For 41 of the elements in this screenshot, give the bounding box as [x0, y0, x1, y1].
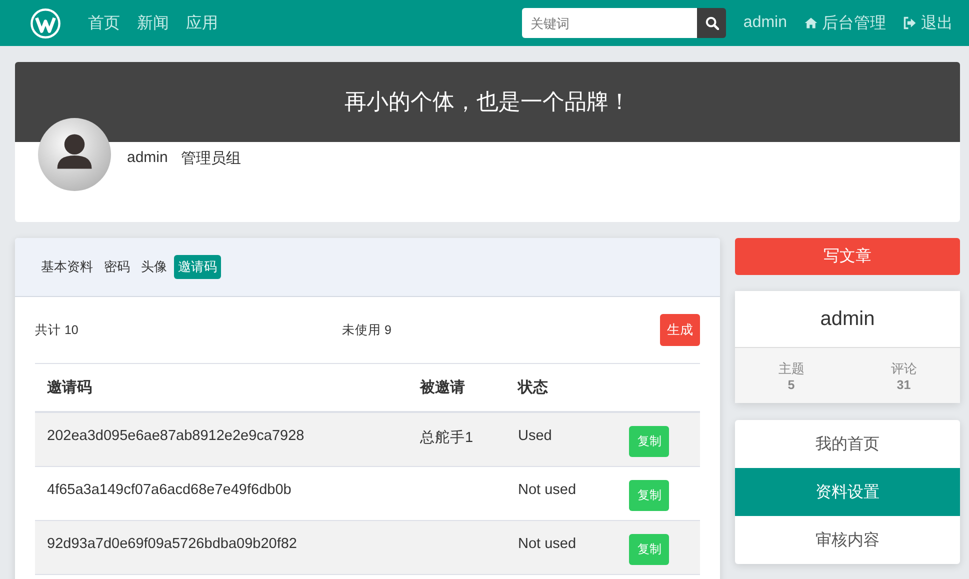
copy-button[interactable]: 复制 [629, 426, 670, 457]
stat-value: 31 [896, 378, 911, 392]
table-cell: 4f65a3a149cf07a6acd68e7e49f6db0b [35, 466, 408, 520]
table-cell: Used [506, 412, 610, 466]
tab[interactable]: 基本资料 [37, 255, 97, 279]
unused-count: 未使用 9 [342, 322, 392, 338]
logo-icon [30, 8, 61, 38]
tab[interactable]: 头像 [137, 255, 171, 279]
tab[interactable]: 密码 [100, 255, 134, 279]
stat-value: 5 [788, 378, 795, 392]
admin-link[interactable]: 后台管理 [804, 12, 886, 34]
username: admin [127, 149, 168, 166]
total-count: 共计 10 [35, 322, 80, 338]
profile-name: admin [820, 308, 875, 330]
user-link[interactable]: admin [743, 14, 787, 32]
copy-button[interactable]: 复制 [629, 534, 670, 564]
table-cell: 92d93a7d0e69f09a5726bdba09b20f82 [35, 520, 408, 574]
copy-button[interactable]: 复制 [629, 480, 670, 510]
home-icon [804, 16, 818, 30]
stat-label: 评论 [890, 360, 917, 378]
stat-label: 主题 [778, 360, 804, 378]
table-cell: Not used [506, 466, 610, 520]
table-cell: 202ea3d095e6ae87ab8912e2e9ca7928 [35, 412, 408, 466]
menu-item[interactable]: 我的首页 [735, 420, 960, 468]
search-button[interactable] [697, 8, 726, 38]
nav-link[interactable]: 首页 [88, 12, 120, 34]
user-group: 管理员组 [180, 149, 241, 168]
logout-link[interactable]: 退出 [903, 12, 953, 34]
slogan: 再小的个体，也是一个品牌！ [344, 88, 630, 116]
write-article-button[interactable]: 写文章 [735, 238, 960, 275]
search-icon [704, 16, 719, 30]
menu-item[interactable]: 审核内容 [735, 516, 960, 564]
nav-link[interactable]: 应用 [186, 12, 218, 34]
table-cell: 总舵手1 [408, 412, 506, 466]
logout-icon [903, 16, 917, 30]
generate-button[interactable]: 生成 [660, 314, 700, 346]
nav-link[interactable]: 新闻 [137, 12, 169, 34]
search-field[interactable]: 关键词 [522, 8, 698, 38]
tab[interactable]: 邀请码 [174, 255, 221, 279]
menu-item[interactable]: 资料设置 [735, 468, 960, 516]
table-cell: Not used [506, 520, 610, 574]
